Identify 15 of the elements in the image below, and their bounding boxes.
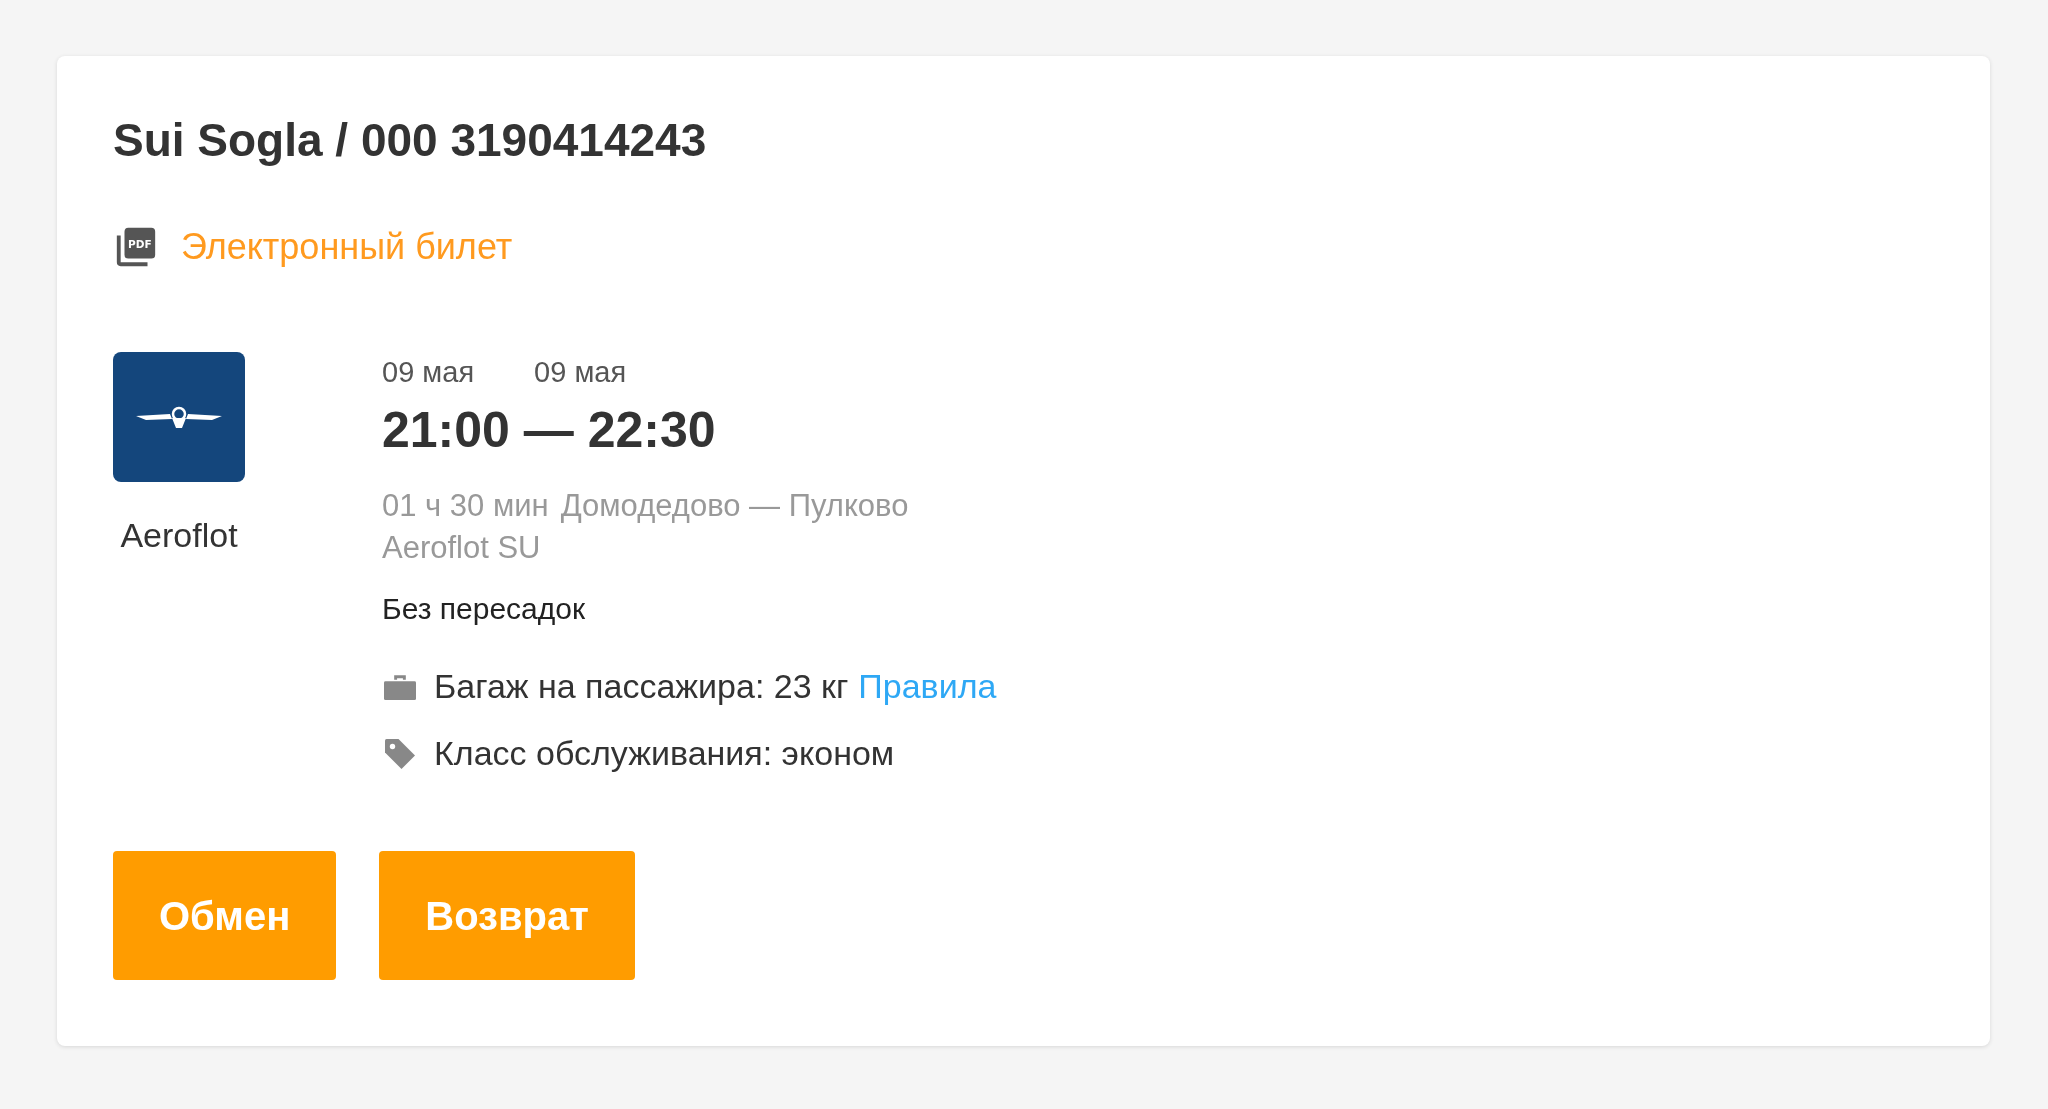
flight-times: 21:00 — 22:30: [382, 404, 717, 455]
service-class: Класс обслуживания: эконом: [434, 733, 895, 774]
refund-button[interactable]: Возврат: [379, 851, 635, 980]
flight-route: Домодедово — Пулково: [560, 486, 909, 525]
arrival-date: 09 мая: [534, 357, 627, 387]
booking-title: Sui Sogla / 000 3190414243: [113, 113, 708, 168]
airline-name: Aeroflot: [120, 514, 238, 556]
eticket-link[interactable]: Электронный билет: [181, 219, 513, 274]
flight-duration: 01 ч 30 мин: [382, 486, 549, 525]
exchange-button[interactable]: Обмен: [113, 851, 337, 980]
departure-date: 09 мая: [382, 357, 475, 387]
transfers-info: Без пересадок: [382, 591, 587, 627]
baggage-allowance: Багаж на пассажира: 23 кг: [434, 666, 849, 707]
carrier-name: Aeroflot SU: [382, 529, 542, 568]
rules-link[interactable]: Правила: [858, 661, 997, 712]
